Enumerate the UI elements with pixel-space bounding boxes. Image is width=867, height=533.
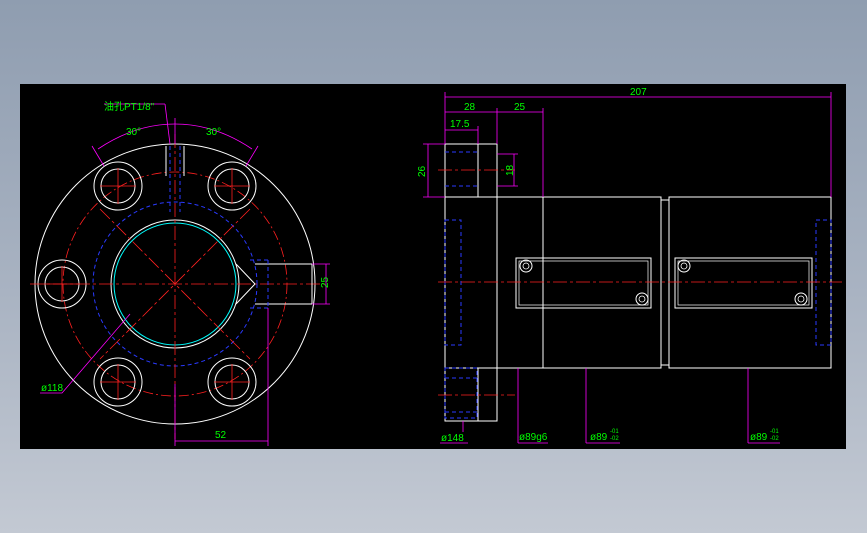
dim-89-b-label: ø89 bbox=[750, 432, 768, 443]
body-section-1 bbox=[496, 196, 662, 369]
tol-a-lower: -02 bbox=[610, 436, 619, 442]
front-view: 油孔PT1/8" 30° 30° 25 52 ø118 bbox=[30, 100, 331, 446]
dim-118-label: ø118 bbox=[41, 383, 63, 394]
tol-b-upper: -01 bbox=[770, 429, 779, 435]
side-view: 207 28 25 17.5 26 18 ø148 ø89g6 ø89 -01 … bbox=[417, 87, 842, 444]
dim-25-side-label: 25 bbox=[514, 102, 526, 113]
body-gap bbox=[660, 199, 670, 366]
cad-drawing: 油孔PT1/8" 30° 30° 25 52 ø118 207 28 25 17… bbox=[30, 87, 842, 446]
side-flange-hidden bbox=[444, 151, 478, 419]
dim-26-label: 26 bbox=[417, 165, 428, 177]
angle-right-label: 30° bbox=[206, 127, 221, 138]
screw-1a bbox=[519, 259, 533, 273]
screw-2a bbox=[677, 259, 691, 273]
dim-17-5-label: 17.5 bbox=[450, 119, 470, 130]
dim-18-label: 18 bbox=[505, 164, 516, 176]
tol-b-lower: -02 bbox=[770, 436, 779, 442]
return-tube-1 bbox=[515, 257, 652, 309]
tol-a-upper: -01 bbox=[610, 429, 619, 435]
dim-25-label: 25 bbox=[320, 276, 331, 288]
angle-left-label: 30° bbox=[126, 127, 141, 138]
screw-1b bbox=[635, 292, 649, 306]
dim-52-lines bbox=[174, 308, 269, 446]
return-tube-2 bbox=[674, 257, 813, 309]
dim-52-label: 52 bbox=[215, 430, 227, 441]
dim-207-label: 207 bbox=[630, 87, 647, 98]
side-centerlines bbox=[438, 169, 842, 396]
tap-note-label: 油孔PT1/8" bbox=[104, 100, 155, 113]
front-centerlines bbox=[30, 134, 325, 439]
body-2-hidden bbox=[815, 219, 832, 346]
body-section-2 bbox=[668, 196, 832, 369]
dim-28-label: 28 bbox=[464, 102, 476, 113]
cad-viewport[interactable]: 油孔PT1/8" 30° 30° 25 52 ø118 207 28 25 17… bbox=[20, 84, 846, 449]
dim-89g6-label: ø89g6 bbox=[519, 432, 548, 443]
dim-89-a-label: ø89 bbox=[590, 432, 608, 443]
screw-2b bbox=[794, 292, 808, 306]
dim-148-label: ø148 bbox=[441, 433, 464, 444]
